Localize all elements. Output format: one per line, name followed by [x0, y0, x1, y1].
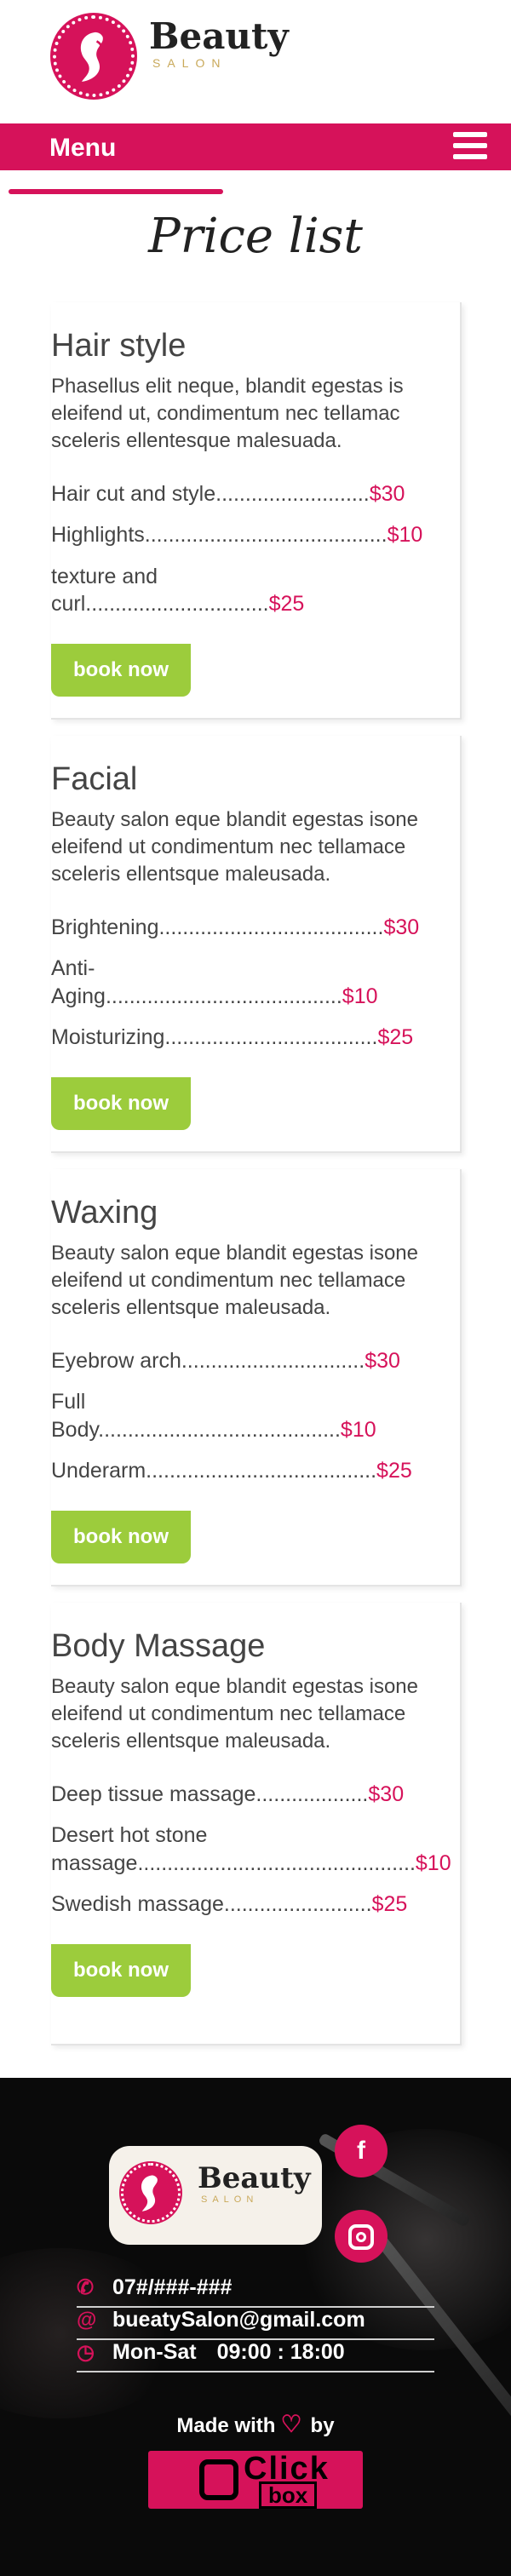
brand-subtitle: SALON: [201, 2194, 259, 2206]
price-item: Eyebrow arch............................…: [51, 1348, 400, 1373]
item-price: $30: [369, 481, 405, 506]
book-now-button[interactable]: book now: [51, 1510, 191, 1563]
salon-logo-icon[interactable]: [53, 15, 135, 97]
service-card-waxing: Waxing Beauty salon eque blandit egestas…: [51, 1169, 462, 1586]
item-price: $30: [365, 1348, 400, 1373]
book-now-button[interactable]: book now: [51, 643, 191, 697]
item-price: $10: [342, 984, 378, 1008]
item-price: $30: [368, 1781, 405, 1806]
price-item: Desert hot stone massage................…: [51, 1823, 451, 1875]
price-item: texture and curl........................…: [51, 564, 305, 617]
made-with-credit: Made with ♡ by: [176, 2411, 335, 2437]
facebook-icon[interactable]: f: [335, 2125, 388, 2177]
brand-name: Beauty: [149, 15, 289, 57]
item-price: $10: [415, 1850, 451, 1875]
price-item: Swedish massage.........................…: [51, 1892, 408, 1917]
footer-brand: Beauty SALON: [198, 2161, 311, 2206]
footer-logo[interactable]: Beauty SALON: [109, 2146, 322, 2245]
contact-hours: ◷ Mon-Sat 09:00 : 18:00: [77, 2340, 434, 2372]
salon-logo-icon: [121, 2163, 181, 2223]
card-description: Beauty salon eque blandit egestas isone …: [51, 808, 418, 886]
item-price: $30: [383, 915, 420, 939]
page-title: Price list: [148, 209, 363, 264]
card-title: Body Massage: [51, 1628, 266, 1664]
phone-icon: ✆: [77, 2276, 95, 2299]
item-price: $25: [376, 1459, 412, 1483]
card-description: Phasellus elit neque, blandit egestas is…: [51, 375, 404, 452]
brand-name: Beauty: [198, 2161, 311, 2195]
service-card-hair-style: Hair style Phasellus elit neque, blandit…: [51, 302, 462, 720]
instagram-icon[interactable]: [335, 2210, 388, 2263]
item-price: $10: [340, 1417, 376, 1442]
at-sign-icon: @: [77, 2309, 97, 2332]
service-card-body-massage: Body Massage Beauty salon eque blandit e…: [51, 1603, 462, 2045]
card-title: Waxing: [51, 1195, 158, 1231]
menu-underline: [9, 189, 223, 194]
clickbox-mark-icon: [199, 2459, 238, 2500]
clickbox-logo[interactable]: Click box: [148, 2451, 363, 2509]
card-title: Hair style: [51, 328, 187, 364]
price-item: Deep tissue massage...................$3…: [51, 1781, 405, 1806]
brand-subtitle: SALON: [152, 56, 227, 71]
contact-phone[interactable]: ✆ 07#/###-###: [77, 2275, 434, 2308]
card-title: Facial: [51, 761, 138, 797]
book-now-button[interactable]: book now: [51, 1943, 191, 1997]
price-item: Highlights..............................…: [51, 523, 423, 548]
site-header: Beauty SALON: [0, 0, 511, 123]
price-item: Full Body...............................…: [51, 1390, 376, 1442]
price-item: Anti- Aging.............................…: [51, 956, 378, 1008]
price-item: Brightening.............................…: [51, 915, 420, 939]
clock-icon: ◷: [77, 2341, 95, 2364]
item-price: $10: [387, 523, 423, 548]
heart-icon: ♡: [280, 2411, 302, 2437]
hamburger-icon[interactable]: [453, 132, 487, 163]
card-description: Beauty salon eque blandit egestas isone …: [51, 1675, 418, 1753]
brand[interactable]: Beauty SALON: [149, 15, 289, 71]
price-item: Underarm................................…: [51, 1459, 412, 1483]
contact-email[interactable]: @ bueatySalon@gmail.com: [77, 2308, 434, 2340]
price-item: Hair cut and style......................…: [51, 481, 405, 506]
card-description: Beauty salon eque blandit egestas isone …: [51, 1242, 418, 1319]
site-footer: Beauty SALON f ✆ 07#/###-### @ bueatySalon…: [0, 2078, 511, 2576]
item-price: $25: [377, 1025, 414, 1050]
menu-label[interactable]: Menu: [49, 134, 116, 163]
item-price: $25: [371, 1892, 408, 1917]
price-item: Moisturizing............................…: [51, 1025, 414, 1050]
item-price: $25: [268, 592, 305, 617]
service-card-facial: Facial Beauty salon eque blandit egestas…: [51, 736, 462, 1153]
menu-bar: Menu: [0, 123, 511, 170]
book-now-button[interactable]: book now: [51, 1076, 191, 1130]
